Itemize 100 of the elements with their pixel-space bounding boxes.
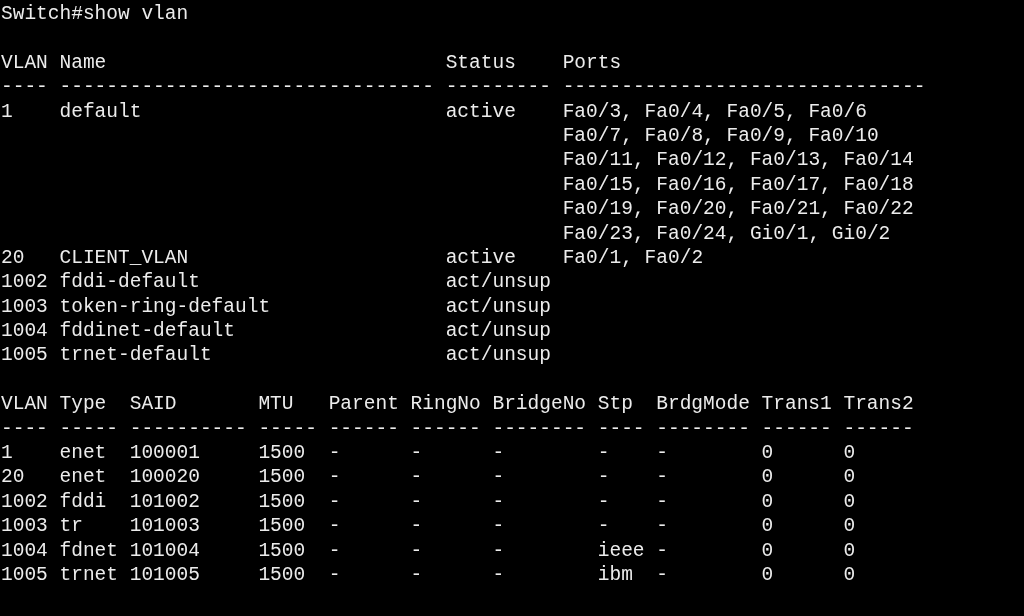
vlan-id: 1002: [1, 490, 48, 513]
trans2-value: 0: [843, 539, 856, 562]
vlan-status: act/unsup: [445, 344, 551, 367]
vlan-name: token-ring-default: [59, 295, 271, 318]
trans1-value: 0: [761, 539, 774, 562]
column-header: BrdgMode: [656, 393, 750, 416]
trans2-value: 0: [843, 466, 856, 489]
stp-value: ibm: [597, 564, 633, 586]
column-header: Status: [445, 51, 516, 74]
vlan-type: tr: [59, 515, 83, 538]
vlan-ports: Fa0/3, Fa0/4, Fa0/5, Fa0/6: [562, 100, 867, 123]
trans2-value: 0: [843, 564, 856, 586]
dash-rule: ----: [1, 76, 48, 99]
stp-value: -: [597, 466, 610, 489]
trans2-value: 0: [843, 490, 856, 513]
ringno-value: -: [410, 539, 423, 562]
trans1-value: 0: [761, 442, 774, 465]
column-header: VLAN: [1, 51, 48, 74]
column-header: BridgeNo: [492, 393, 587, 416]
column-header: Parent: [328, 393, 399, 416]
trans1-value: 0: [761, 466, 774, 489]
mtu-value: 1500: [258, 515, 306, 538]
vlan-id: 20: [1, 466, 25, 489]
vlan-ports: Fa0/7, Fa0/8, Fa0/9, Fa0/10: [562, 124, 879, 147]
ringno-value: -: [410, 490, 423, 513]
mtu-value: 1500: [258, 490, 306, 513]
dash-rule: ------: [761, 417, 832, 440]
bridgeno-value: -: [492, 515, 505, 538]
vlan-id: 1002: [1, 271, 48, 294]
mtu-value: 1500: [258, 442, 306, 465]
vlan-status: active: [445, 246, 516, 269]
column-header: Trans1: [761, 393, 832, 416]
stp-value: -: [597, 442, 610, 465]
vlan-name: CLIENT_VLAN: [59, 246, 189, 269]
ringno-value: -: [410, 564, 423, 586]
vlan-ports: Fa0/1, Fa0/2: [562, 246, 704, 269]
vlan-name: trnet-default: [59, 344, 212, 367]
vlan-id: 1: [1, 442, 13, 465]
vlan-ports: Fa0/23, Fa0/24, Gi0/1, Gi0/2: [562, 222, 891, 245]
bridgeno-value: -: [492, 442, 505, 465]
parent-value: -: [328, 515, 341, 538]
bridgeno-value: -: [492, 490, 505, 513]
vlan-status: act/unsup: [445, 271, 551, 294]
vlan-type: fdnet: [59, 539, 118, 562]
brdgmode-value: -: [656, 539, 668, 562]
dash-rule: ------: [328, 417, 399, 440]
column-header: Type: [59, 393, 107, 416]
trans1-value: 0: [761, 564, 774, 586]
dash-rule: ------: [843, 417, 914, 440]
said-value: 101003: [129, 515, 200, 538]
dash-rule: -----: [59, 417, 118, 440]
stp-value: ieee: [597, 539, 645, 562]
vlan-type: enet: [59, 466, 107, 489]
vlan-id: 1: [1, 100, 13, 123]
bridgeno-value: -: [492, 539, 505, 562]
mtu-value: 1500: [258, 466, 306, 489]
parent-value: -: [328, 539, 341, 562]
vlan-status: act/unsup: [445, 320, 551, 343]
dash-rule: ------: [410, 417, 481, 440]
column-header: Trans2: [843, 393, 914, 416]
mtu-value: 1500: [258, 564, 306, 586]
dash-rule: -----: [258, 417, 317, 440]
column-header: Stp: [597, 393, 633, 416]
trans1-value: 0: [761, 515, 774, 538]
column-header: Name: [59, 51, 107, 74]
stp-value: -: [597, 515, 610, 538]
said-value: 100020: [129, 466, 200, 489]
dash-rule: --------------------------------: [59, 76, 434, 99]
dash-rule: -------------------------------: [562, 76, 926, 99]
dash-rule: ----------: [129, 417, 247, 440]
dash-rule: ---------: [445, 76, 551, 99]
vlan-name: default: [59, 100, 142, 123]
said-value: 101005: [129, 564, 200, 586]
stp-value: -: [597, 490, 610, 513]
column-header: RingNo: [410, 393, 481, 416]
vlan-type: fddi: [59, 490, 107, 513]
brdgmode-value: -: [656, 515, 668, 538]
mtu-value: 1500: [258, 539, 306, 562]
trans2-value: 0: [843, 515, 856, 538]
ringno-value: -: [410, 466, 423, 489]
parent-value: -: [328, 466, 341, 489]
column-header: Ports: [562, 51, 622, 74]
dash-rule: ----: [1, 417, 48, 440]
brdgmode-value: -: [656, 442, 668, 465]
column-header: VLAN: [1, 393, 48, 416]
vlan-status: act/unsup: [445, 295, 551, 318]
vlan-id: 1003: [1, 515, 48, 538]
vlan-id: 1004: [1, 539, 48, 562]
dash-rule: --------: [492, 417, 587, 440]
ringno-value: -: [410, 515, 423, 538]
vlan-id: 1003: [1, 295, 48, 318]
trans1-value: 0: [761, 490, 774, 513]
parent-value: -: [328, 490, 341, 513]
command-line[interactable]: Switch#show vlan: [1, 2, 189, 27]
vlan-ports: Fa0/11, Fa0/12, Fa0/13, Fa0/14: [562, 149, 914, 172]
brdgmode-value: -: [656, 466, 668, 489]
ringno-value: -: [410, 442, 423, 465]
vlan-name: fddinet-default: [59, 320, 236, 343]
trans2-value: 0: [843, 442, 856, 465]
column-header: SAID: [129, 393, 177, 416]
